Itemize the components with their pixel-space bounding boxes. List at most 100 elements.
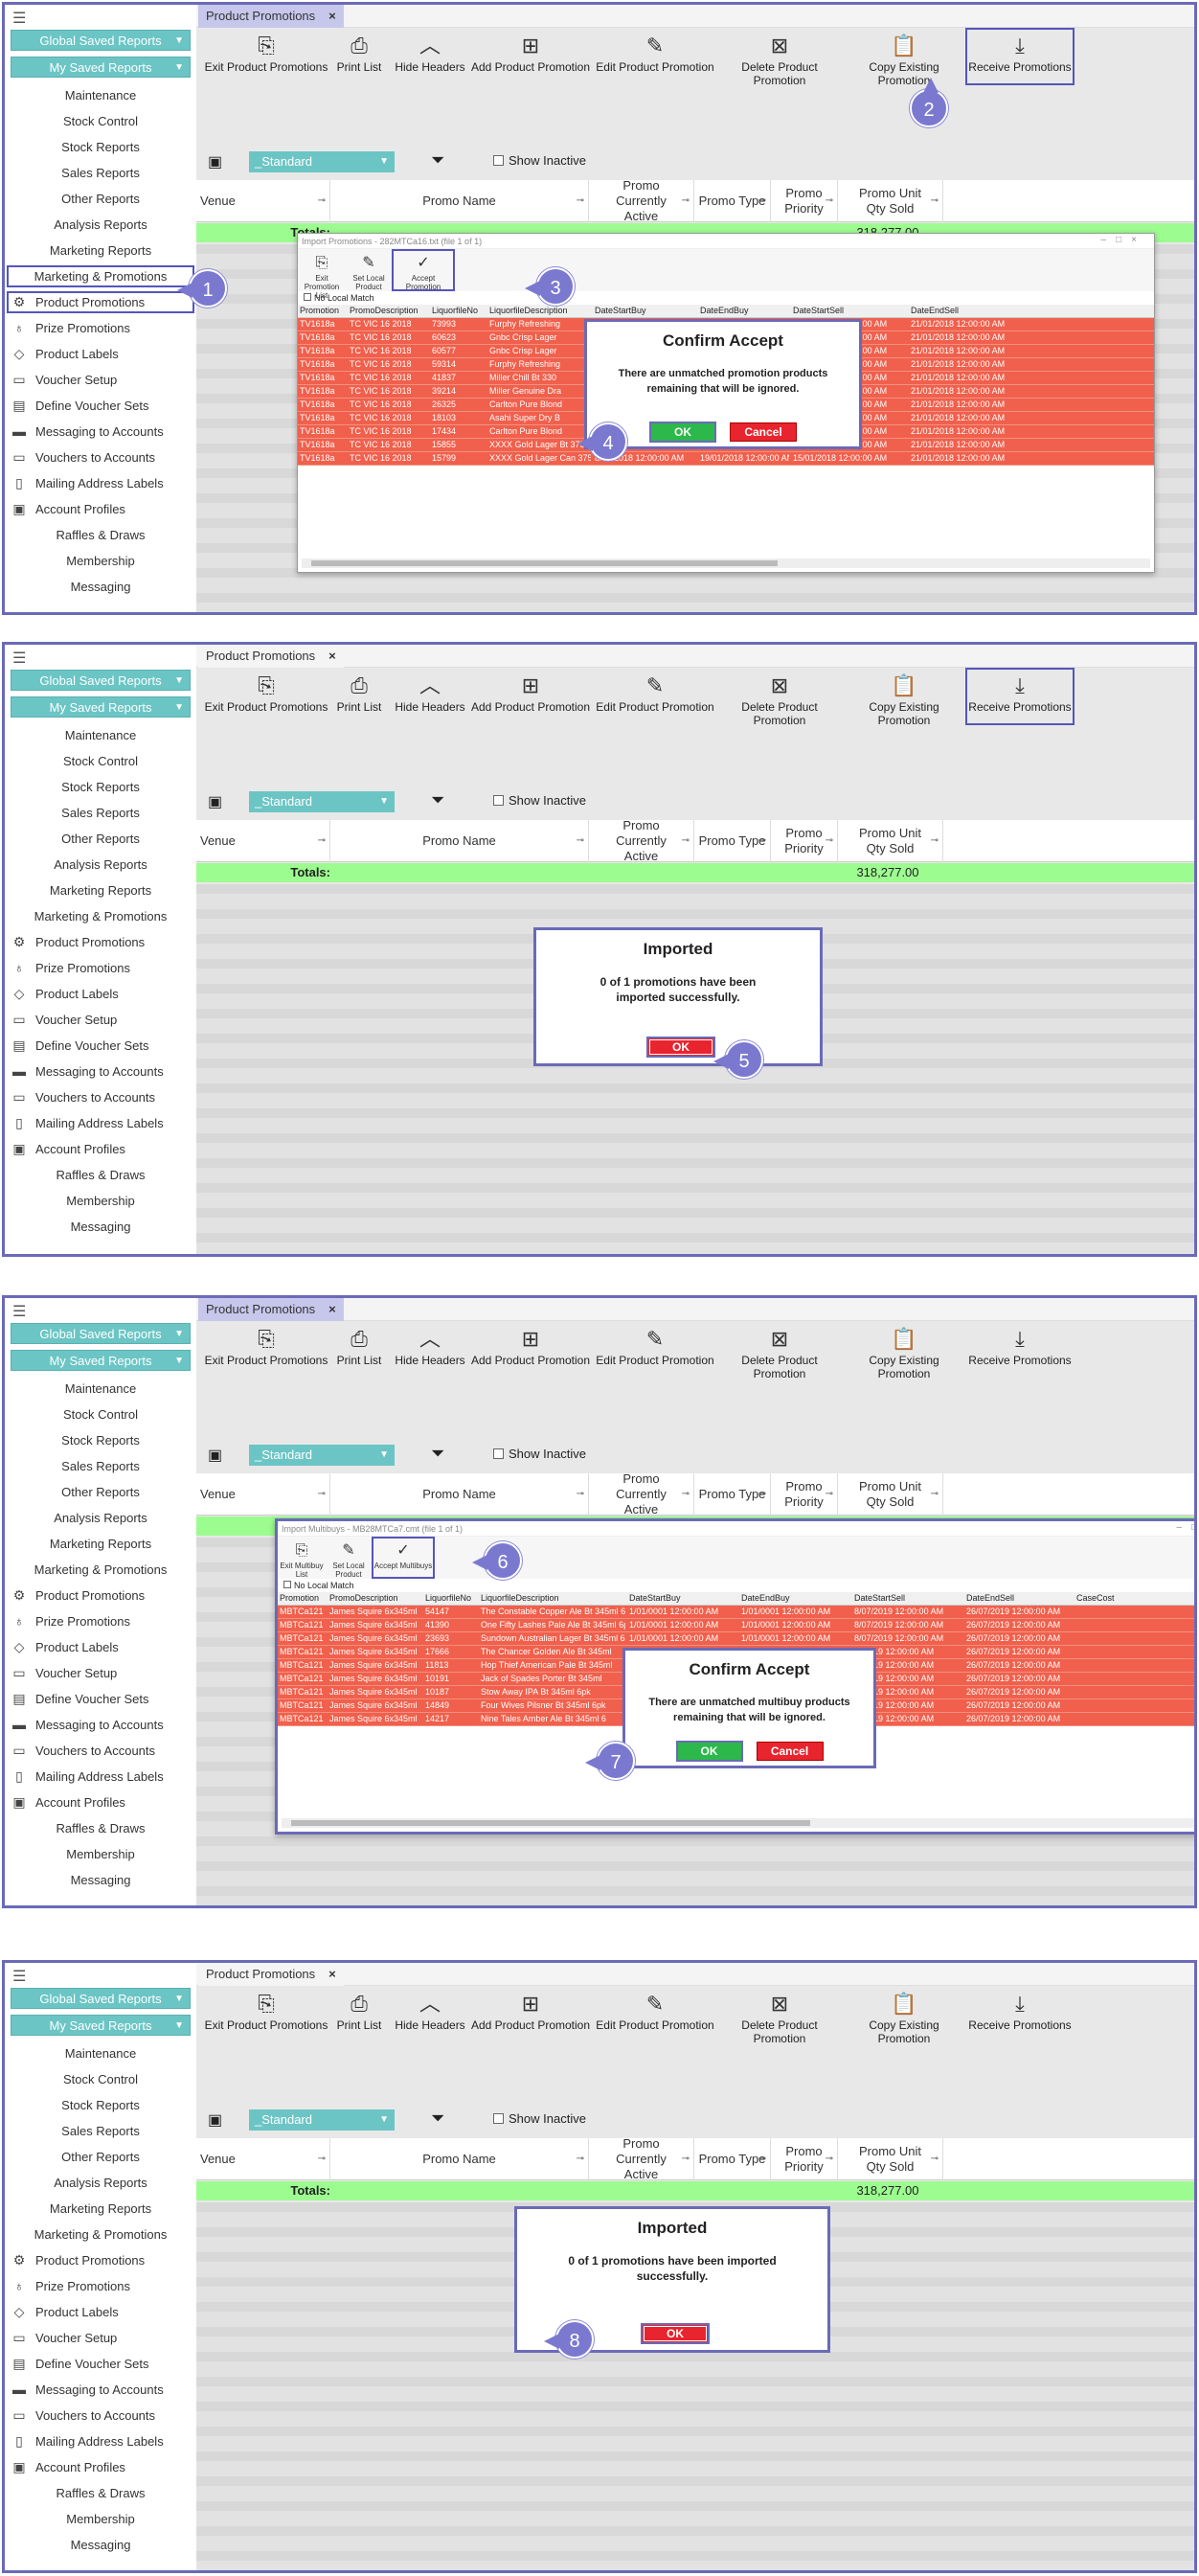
import-column-header[interactable]: DateEndBuy bbox=[700, 306, 749, 315]
sidebar-item-mailing-address-labels[interactable]: ▯ Mailing Address Labels bbox=[5, 1110, 196, 1136]
close-icon[interactable]: × bbox=[328, 649, 336, 663]
sidebar-item-messaging-to-accounts[interactable]: ▬ Messaging to Accounts bbox=[5, 1712, 196, 1738]
toolbar-button-exit-product-promotions[interactable]: ⎘ Exit Product Promotions bbox=[204, 670, 328, 723]
column-header[interactable]: Promo Type ⊸ bbox=[694, 820, 771, 862]
my-saved-reports-button[interactable]: My Saved Reports ▼ bbox=[11, 696, 191, 718]
sidebar-item[interactable]: Other Reports bbox=[5, 2144, 196, 2170]
import-column-header[interactable]: DateStartSell bbox=[793, 306, 844, 315]
sidebar-item[interactable]: Raffles & Draws bbox=[5, 522, 196, 548]
funnel-icon[interactable]: ⏷ bbox=[431, 2109, 444, 2129]
horizontal-scrollbar[interactable] bbox=[302, 559, 1150, 568]
my-saved-reports-button[interactable]: My Saved Reports ▼ bbox=[11, 2015, 191, 2036]
sidebar-item-account-profiles[interactable]: ▣ Account Profiles bbox=[5, 2454, 196, 2480]
sidebar-item-account-profiles[interactable]: ▣ Account Profiles bbox=[5, 496, 196, 522]
sidebar-item-prize-promotions[interactable]: ♁ Prize Promotions bbox=[5, 1608, 196, 1634]
show-inactive-checkbox[interactable]: Show Inactive bbox=[493, 2111, 586, 2126]
column-header[interactable]: Promo Unit Qty Sold ⊸ bbox=[838, 180, 943, 222]
sidebar-item[interactable]: Analysis Reports bbox=[5, 852, 196, 878]
tab-product-promotions[interactable]: Product Promotions × bbox=[198, 1298, 344, 1321]
pin-icon[interactable]: ⊸ bbox=[682, 833, 690, 849]
sidebar-item[interactable]: Messaging bbox=[5, 1867, 196, 1893]
sidebar-item[interactable]: Stock Reports bbox=[5, 1427, 196, 1453]
import-toolbar-button[interactable]: ⎘ Exit Multibuy List bbox=[280, 1539, 324, 1579]
toolbar-button-copy-existing-promotion[interactable]: 📋 Copy Existing Promotion bbox=[843, 30, 965, 87]
column-header[interactable]: Venue ⊸ bbox=[196, 180, 330, 222]
pin-icon[interactable]: ⊸ bbox=[577, 2152, 584, 2167]
sidebar-item[interactable]: Maintenance bbox=[5, 82, 196, 108]
pin-icon[interactable]: ⊸ bbox=[826, 1487, 833, 1502]
pin-icon[interactable]: ⊸ bbox=[826, 833, 833, 849]
sidebar-item[interactable]: Analysis Reports bbox=[5, 212, 196, 238]
toolbar-button-delete-product-promotion[interactable]: ⊠ Delete Product Promotion bbox=[718, 30, 841, 87]
monitor-eye-icon[interactable]: ▣ bbox=[208, 2110, 222, 2130]
sidebar-item-define-voucher-sets[interactable]: ▤ Define Voucher Sets bbox=[5, 393, 196, 419]
pin-icon[interactable]: ⊸ bbox=[577, 833, 584, 849]
sidebar-item[interactable]: Analysis Reports bbox=[5, 2170, 196, 2196]
import-toolbar-button[interactable]: ✓ Accept Promotion bbox=[392, 249, 455, 291]
sidebar-item-prize-promotions[interactable]: ♁ Prize Promotions bbox=[5, 2273, 196, 2299]
sidebar-item-voucher-setup[interactable]: ▭ Voucher Setup bbox=[5, 367, 196, 393]
pin-icon[interactable]: ⊸ bbox=[318, 833, 326, 849]
toolbar-button-exit-product-promotions[interactable]: ⎘ Exit Product Promotions bbox=[204, 30, 328, 83]
column-header[interactable]: Promo Name ⊸ bbox=[330, 1473, 589, 1516]
toolbar-button-receive-promotions[interactable]: ⤓ Receive Promotions bbox=[965, 668, 1075, 725]
toolbar-button-copy-existing-promotion[interactable]: 📋 Copy Existing Promotion bbox=[843, 1323, 965, 1380]
sidebar-item[interactable]: Other Reports bbox=[5, 186, 196, 212]
pin-icon[interactable]: ⊸ bbox=[758, 194, 766, 209]
toolbar-button-print-list[interactable]: ⎙ Print List bbox=[330, 30, 388, 83]
pin-icon[interactable]: ⊸ bbox=[318, 1487, 326, 1502]
sidebar-item-mailing-address-labels[interactable]: ▯ Mailing Address Labels bbox=[5, 2428, 196, 2454]
sidebar-item[interactable]: Membership bbox=[5, 548, 196, 574]
toolbar-button-exit-product-promotions[interactable]: ⎘ Exit Product Promotions bbox=[204, 1988, 328, 2041]
pin-icon[interactable]: ⊸ bbox=[826, 194, 833, 209]
sidebar-item[interactable]: Messaging bbox=[5, 574, 196, 600]
sidebar-item-vouchers-to-accounts[interactable]: ▭ Vouchers to Accounts bbox=[5, 1084, 196, 1110]
funnel-icon[interactable]: ⏷ bbox=[431, 150, 444, 171]
show-inactive-checkbox[interactable]: Show Inactive bbox=[493, 1447, 586, 1461]
toolbar-button-add-product-promotion[interactable]: ⊞ Add Product Promotion bbox=[469, 1323, 592, 1377]
toolbar-button-delete-product-promotion[interactable]: ⊠ Delete Product Promotion bbox=[718, 1323, 841, 1380]
column-header[interactable]: Promo Scheduled Days bbox=[943, 820, 1194, 862]
sidebar-item[interactable]: Other Reports bbox=[5, 826, 196, 852]
sidebar-item-messaging-to-accounts[interactable]: ▬ Messaging to Accounts bbox=[5, 419, 196, 445]
column-header[interactable]: Promo Unit Qty Sold ⊸ bbox=[838, 2138, 943, 2180]
pin-icon[interactable]: ⊸ bbox=[682, 1487, 690, 1502]
sidebar-item-define-voucher-sets[interactable]: ▤ Define Voucher Sets bbox=[5, 1686, 196, 1712]
sidebar-item[interactable]: Raffles & Draws bbox=[5, 2480, 196, 2506]
show-inactive-checkbox[interactable]: Show Inactive bbox=[493, 793, 586, 808]
no-local-match-checkbox[interactable]: No Local Match bbox=[278, 1579, 1194, 1592]
ok-button[interactable]: OK bbox=[649, 422, 716, 443]
cancel-button[interactable]: Cancel bbox=[730, 422, 797, 442]
sidebar-item-product-promotions[interactable]: ⚙ Product Promotions bbox=[5, 929, 196, 955]
sidebar-item[interactable]: Stock Control bbox=[5, 2066, 196, 2092]
toolbar-button-copy-existing-promotion[interactable]: 📋 Copy Existing Promotion bbox=[843, 1988, 965, 2045]
pin-icon[interactable]: ⊸ bbox=[318, 2152, 326, 2167]
sidebar-item-vouchers-to-accounts[interactable]: ▭ Vouchers to Accounts bbox=[5, 1738, 196, 1764]
sidebar-item[interactable]: Maintenance bbox=[5, 1376, 196, 1402]
ok-button[interactable]: OK bbox=[675, 1741, 743, 1762]
hamburger-menu-icon[interactable]: ☰ bbox=[12, 1967, 26, 1986]
column-header[interactable]: Promo Priority ⊸ bbox=[771, 180, 838, 222]
column-header[interactable]: Promo Name ⊸ bbox=[330, 2138, 589, 2180]
sidebar-item-product-labels[interactable]: ◇ Product Labels bbox=[5, 2299, 196, 2325]
sidebar-item[interactable]: Marketing & Promotions bbox=[5, 1557, 196, 1583]
import-column-header[interactable]: LiquorfileDescription bbox=[489, 306, 568, 315]
toolbar-button-add-product-promotion[interactable]: ⊞ Add Product Promotion bbox=[469, 1988, 592, 2041]
monitor-eye-icon[interactable]: ▣ bbox=[208, 152, 222, 171]
toolbar-button-exit-product-promotions[interactable]: ⎘ Exit Product Promotions bbox=[204, 1323, 328, 1377]
sidebar-item[interactable]: Sales Reports bbox=[5, 1453, 196, 1479]
hamburger-menu-icon[interactable]: ☰ bbox=[12, 649, 26, 668]
sidebar-item[interactable]: Messaging bbox=[5, 1214, 196, 1240]
scrollbar-thumb[interactable] bbox=[311, 560, 779, 566]
sidebar-item-product-labels[interactable]: ◇ Product Labels bbox=[5, 341, 196, 367]
toolbar-button-add-product-promotion[interactable]: ⊞ Add Product Promotion bbox=[469, 30, 592, 83]
column-header[interactable]: Promo Currently Active ⊸ bbox=[589, 1471, 694, 1516]
sidebar-item[interactable]: Stock Reports bbox=[5, 134, 196, 160]
sidebar-item-prize-promotions[interactable]: ♁ Prize Promotions bbox=[5, 315, 196, 341]
import-toolbar-button[interactable]: ✓ Accept Multibuys bbox=[372, 1537, 435, 1579]
column-header[interactable]: Venue ⊸ bbox=[196, 820, 330, 862]
sidebar-item[interactable]: Other Reports bbox=[5, 1479, 196, 1505]
sidebar-item[interactable]: Messaging bbox=[5, 2532, 196, 2558]
sidebar-item[interactable]: Sales Reports bbox=[5, 2118, 196, 2144]
sidebar-item-voucher-setup[interactable]: ▭ Voucher Setup bbox=[5, 1007, 196, 1033]
